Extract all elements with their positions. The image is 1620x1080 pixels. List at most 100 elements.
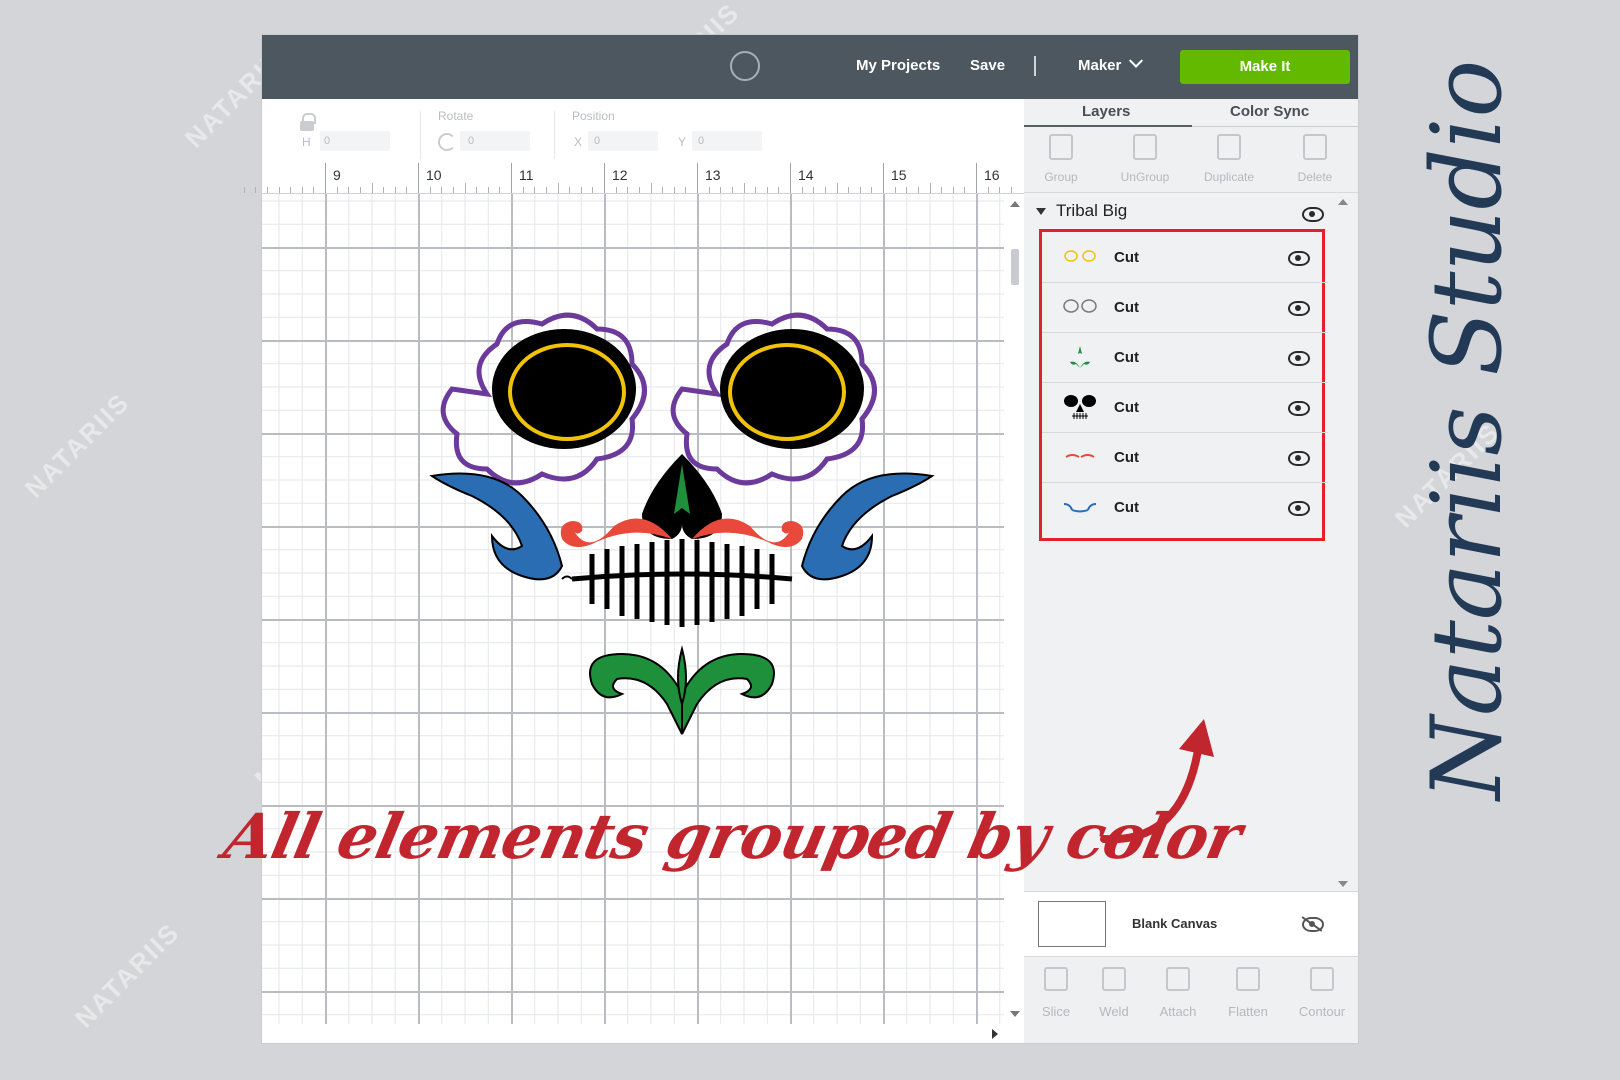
ruler-minor-tick bbox=[941, 187, 943, 193]
slice-label: Slice bbox=[1041, 1004, 1071, 1019]
ruler-minor-tick bbox=[580, 187, 582, 193]
duplicate-button[interactable]: Duplicate bbox=[1194, 134, 1264, 186]
weld-button[interactable]: Weld bbox=[1082, 967, 1146, 1021]
canvas-horizontal-scrollbar[interactable] bbox=[262, 1025, 1004, 1043]
lock-body-icon bbox=[300, 121, 314, 131]
position-y-label: Y bbox=[678, 135, 687, 149]
ruler-minor-tick bbox=[278, 187, 280, 193]
paperclip-icon bbox=[1166, 967, 1190, 991]
blank-canvas-row[interactable]: Blank Canvas bbox=[1024, 891, 1358, 957]
watermark-text: NATARIIS bbox=[18, 386, 136, 504]
ruler-minor-tick bbox=[592, 187, 594, 193]
toolbar-divider bbox=[554, 111, 555, 159]
height-input[interactable] bbox=[320, 131, 390, 151]
visibility-eye-icon[interactable] bbox=[1288, 401, 1310, 416]
ruler-minor-tick bbox=[778, 187, 780, 193]
design-canvas[interactable] bbox=[262, 194, 1004, 1024]
ruler-minor-tick bbox=[406, 187, 408, 193]
ruler-minor-tick bbox=[336, 187, 338, 193]
ruler-minor-tick bbox=[894, 187, 896, 193]
ruler-minor-tick bbox=[452, 187, 454, 193]
ruler-label: 16 bbox=[984, 167, 1000, 183]
promo-headline: All elements grouped by color bbox=[218, 800, 1248, 873]
hidden-eye-icon[interactable] bbox=[1302, 917, 1324, 932]
ruler-minor-tick bbox=[1010, 187, 1012, 193]
rotate-value: 0 bbox=[468, 135, 475, 147]
visibility-eye-icon[interactable] bbox=[1288, 351, 1310, 366]
tab-color-sync[interactable]: Color Sync bbox=[1230, 103, 1309, 120]
height-value: 0 bbox=[324, 135, 331, 147]
scroll-up-arrow-icon[interactable] bbox=[1010, 201, 1020, 207]
scroll-down-arrow-icon[interactable] bbox=[1010, 1011, 1020, 1017]
ruler-minor-tick bbox=[836, 183, 838, 193]
make-it-button[interactable]: Make It bbox=[1180, 50, 1350, 84]
delete-button[interactable]: Delete bbox=[1280, 134, 1350, 186]
ruler-minor-tick bbox=[441, 187, 443, 193]
tab-layers[interactable]: Layers bbox=[1082, 103, 1130, 120]
ruler-major-tick bbox=[325, 163, 326, 193]
flatten-button[interactable]: Flatten bbox=[1216, 967, 1280, 1021]
trash-icon bbox=[1303, 134, 1327, 160]
layer-row[interactable]: Cut bbox=[1042, 282, 1328, 333]
scroll-thumb[interactable] bbox=[1011, 249, 1019, 285]
machine-selector[interactable]: Maker bbox=[1078, 53, 1144, 74]
ruler-label: 13 bbox=[705, 167, 721, 183]
ruler-minor-tick bbox=[359, 187, 361, 193]
ruler-minor-tick bbox=[383, 187, 385, 193]
ruler-minor-tick bbox=[394, 187, 396, 193]
layer-group-header[interactable]: Tribal Big bbox=[1036, 201, 1127, 221]
ruler-label: 11 bbox=[519, 167, 534, 183]
ruler-minor-tick bbox=[662, 187, 664, 193]
ruler-minor-tick bbox=[487, 187, 489, 193]
group-label: Group bbox=[1044, 170, 1078, 184]
visibility-eye-icon[interactable] bbox=[1288, 501, 1310, 516]
contour-button[interactable]: Contour bbox=[1290, 967, 1354, 1021]
save-link[interactable]: Save bbox=[970, 57, 1005, 74]
slice-button[interactable]: Slice bbox=[1024, 967, 1088, 1021]
canvas-color-swatch[interactable] bbox=[1038, 901, 1106, 947]
layer-row[interactable]: Cut bbox=[1042, 382, 1328, 433]
weld-label: Weld bbox=[1099, 1004, 1129, 1019]
blue-tribal-thumbnail bbox=[1063, 503, 1097, 513]
ruler-major-tick bbox=[883, 163, 884, 193]
rotate-label: Rotate bbox=[438, 109, 474, 123]
panel-scrollbar[interactable] bbox=[1336, 197, 1350, 887]
collapse-triangle-icon[interactable] bbox=[1036, 208, 1046, 216]
scroll-up-arrow-icon[interactable] bbox=[1338, 199, 1348, 205]
layer-row[interactable]: Cut bbox=[1042, 232, 1328, 283]
layer-list-highlight: Cut Cut Cut Cut Cut Cut bbox=[1039, 229, 1328, 541]
ruler-major-tick bbox=[697, 163, 698, 193]
green-leaves-thumbnail bbox=[1070, 346, 1090, 368]
ruler-major-tick bbox=[511, 163, 512, 193]
skull-artwork[interactable] bbox=[262, 194, 1004, 1024]
ruler-minor-tick bbox=[464, 183, 466, 193]
flatten-label: Flatten bbox=[1228, 1004, 1268, 1019]
weld-icon bbox=[1102, 967, 1126, 991]
group-button[interactable]: Group bbox=[1026, 134, 1096, 186]
ruler-label: 14 bbox=[798, 167, 814, 183]
group-visibility-eye-icon[interactable] bbox=[1302, 207, 1324, 222]
topbar-divider bbox=[1034, 56, 1036, 76]
my-projects-link[interactable]: My Projects bbox=[856, 57, 940, 74]
scroll-down-arrow-icon[interactable] bbox=[1338, 881, 1348, 887]
ruler-minor-tick bbox=[522, 187, 524, 193]
scroll-right-arrow-icon[interactable] bbox=[992, 1029, 998, 1039]
ruler-minor-tick bbox=[685, 187, 687, 193]
ruler-minor-tick bbox=[429, 187, 431, 193]
ruler-minor-tick bbox=[615, 187, 617, 193]
attach-label: Attach bbox=[1159, 1004, 1197, 1019]
ruler-minor-tick bbox=[824, 187, 826, 193]
ruler-minor-tick bbox=[650, 183, 652, 193]
ruler-minor-tick bbox=[999, 187, 1001, 193]
layer-row[interactable]: Cut bbox=[1042, 332, 1328, 383]
ruler-minor-tick bbox=[952, 187, 954, 193]
visibility-eye-icon[interactable] bbox=[1288, 301, 1310, 316]
layer-row[interactable]: Cut bbox=[1042, 432, 1328, 483]
height-label: H bbox=[302, 135, 311, 149]
attach-button[interactable]: Attach bbox=[1146, 967, 1210, 1021]
visibility-eye-icon[interactable] bbox=[1288, 451, 1310, 466]
canvas-vertical-scrollbar[interactable] bbox=[1008, 199, 1022, 1025]
layer-row[interactable]: Cut bbox=[1042, 482, 1328, 532]
ungroup-button[interactable]: UnGroup bbox=[1110, 134, 1180, 186]
visibility-eye-icon[interactable] bbox=[1288, 251, 1310, 266]
